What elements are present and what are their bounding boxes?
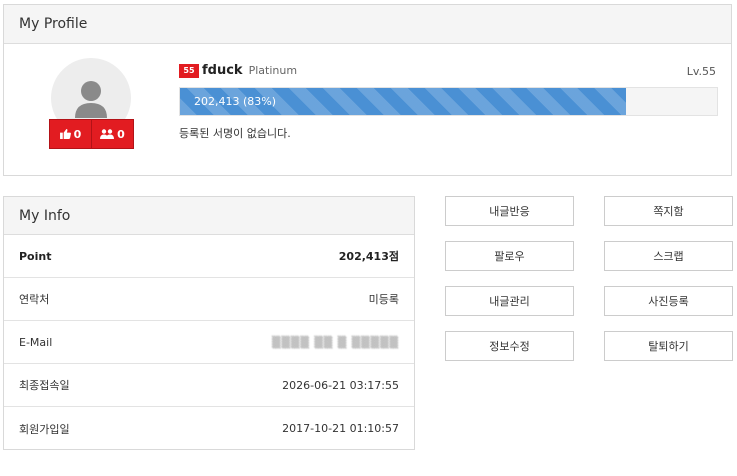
level-label: Lv.55	[686, 65, 716, 78]
info-row-last-login: 최종접속일 2026-06-21 03:17:55	[4, 364, 414, 407]
info-key: Point	[19, 249, 52, 263]
info-key: 회원가입일	[19, 422, 70, 436]
edit-info-button[interactable]: 정보수정	[445, 331, 574, 361]
info-row-contact: 연락처 미등록	[4, 278, 414, 321]
profile-panel: My Profile 0 0 55 fduck Platinum Lv.55 2…	[3, 4, 732, 176]
info-value: 2026-06-21 03:17:55	[282, 378, 399, 392]
info-table: Point 202,413점 연락처 미등록 E-Mail ▒▒▒▒ ▒▒ ▒ …	[4, 235, 414, 450]
likes-count: 0	[73, 127, 82, 141]
withdraw-button[interactable]: 탈퇴하기	[604, 331, 733, 361]
member-name-row: 55 fduck Platinum	[179, 63, 297, 78]
likes-stat[interactable]: 0	[50, 120, 91, 148]
info-value: ▒▒▒▒ ▒▒ ▒ ▒▒▒▒▒	[271, 335, 399, 349]
my-post-reactions-button[interactable]: 내글반응	[445, 196, 574, 226]
info-panel: My Info Point 202,413점 연락처 미등록 E-Mail ▒▒…	[3, 196, 415, 450]
follow-button[interactable]: 팔로우	[445, 241, 574, 271]
manage-posts-button[interactable]: 내글관리	[445, 286, 574, 316]
message-box-button[interactable]: 쪽지함	[604, 196, 733, 226]
info-panel-title: My Info	[4, 197, 414, 235]
users-icon	[100, 129, 115, 139]
info-value: 2017-10-21 01:10:57	[282, 422, 399, 435]
info-row-join-date: 회원가입일 2017-10-21 01:10:57	[4, 407, 414, 450]
info-value: 202,413점	[338, 250, 399, 263]
followers-count: 0	[117, 127, 125, 141]
thumbs-up-icon	[59, 129, 71, 139]
nickname[interactable]: fduck	[202, 63, 243, 78]
info-row-email: E-Mail ▒▒▒▒ ▒▒ ▒ ▒▒▒▒▒	[4, 321, 414, 364]
followers-stat[interactable]: 0	[91, 120, 133, 148]
info-row-point: Point 202,413점	[4, 235, 414, 278]
info-value: 미등록	[368, 293, 399, 306]
experience-progress-bar: 202,413 (83%)	[179, 87, 718, 116]
info-key: E-Mail	[19, 335, 53, 349]
info-key: 최종접속일	[19, 379, 70, 392]
scrap-button[interactable]: 스크랩	[604, 241, 733, 271]
profile-panel-title: My Profile	[4, 5, 731, 44]
upload-photo-button[interactable]: 사진등록	[604, 286, 733, 316]
member-grade: Platinum	[248, 64, 298, 77]
experience-progress-text: 202,413 (83%)	[194, 95, 277, 108]
info-key: 연락처	[19, 293, 50, 306]
member-signature: 등록된 서명이 없습니다.	[179, 127, 291, 140]
level-badge: 55	[179, 63, 199, 78]
profile-stats: 0 0	[49, 119, 134, 149]
